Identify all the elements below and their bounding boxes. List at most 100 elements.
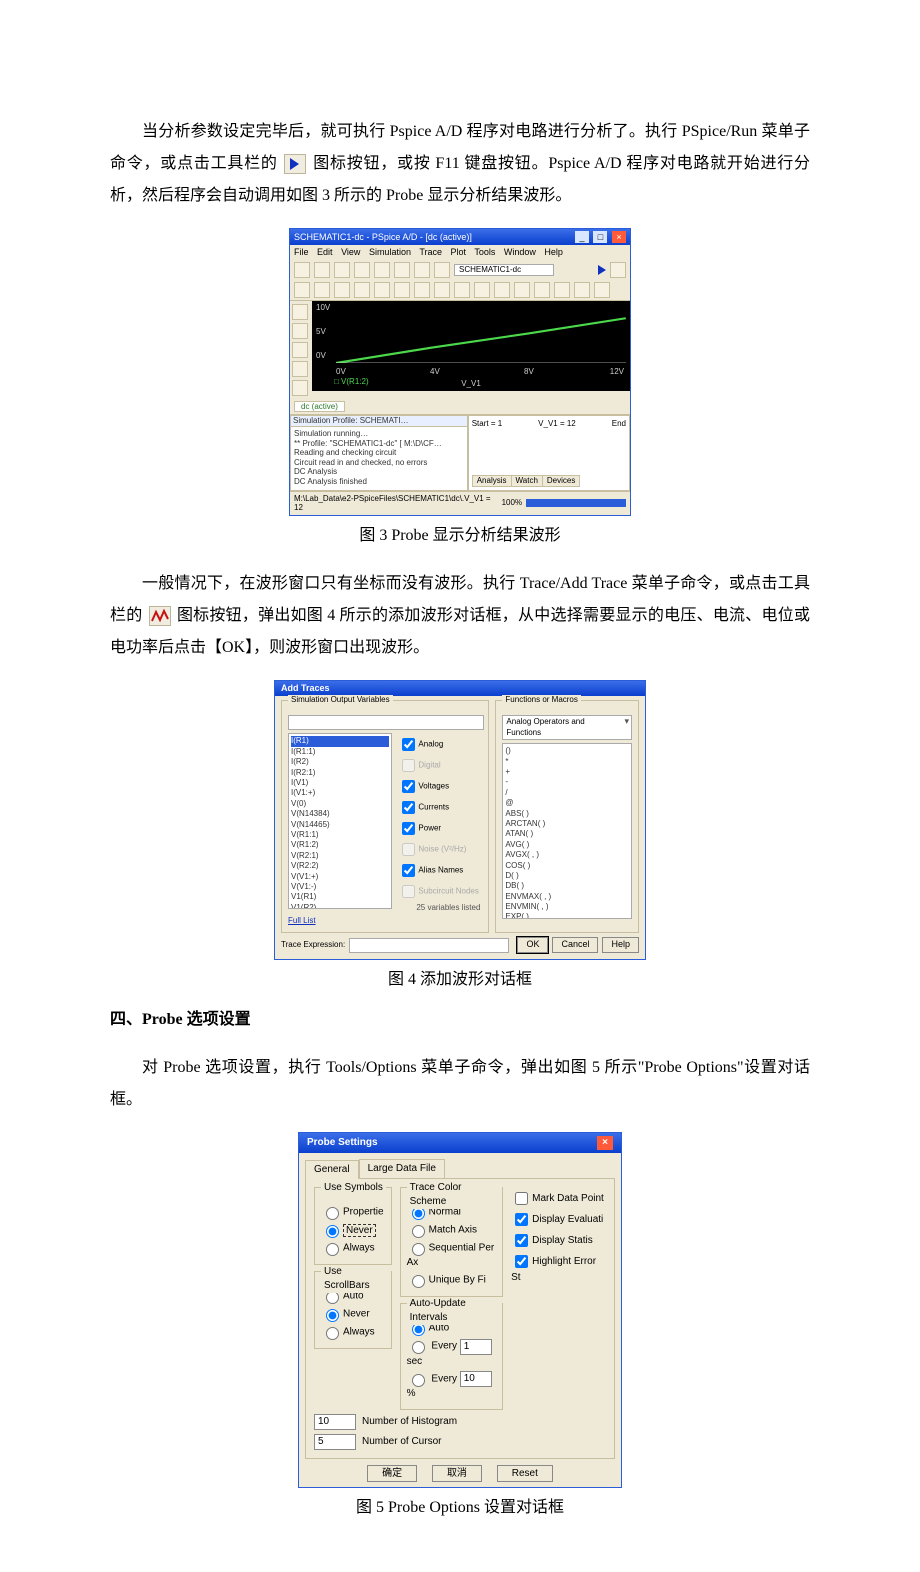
check-subcircuit[interactable]: Subcircuit Nodes: [398, 882, 480, 901]
list-item[interactable]: EXP( ): [505, 912, 629, 919]
list-item[interactable]: (): [505, 746, 629, 756]
list-item[interactable]: DB( ): [505, 881, 629, 891]
tab-large-data[interactable]: Large Data File: [359, 1159, 445, 1178]
toolbar-button[interactable]: [594, 282, 610, 298]
doc-tab-active[interactable]: dc (active): [294, 401, 345, 413]
toolbar-button[interactable]: [394, 282, 410, 298]
toolbar-button[interactable]: [334, 262, 350, 278]
radio-au-sec[interactable]: Every 1 sec: [407, 1338, 497, 1369]
list-item[interactable]: I(V1:+): [291, 788, 389, 798]
toolbar-button[interactable]: [514, 282, 530, 298]
check-voltages[interactable]: Voltages: [398, 777, 480, 796]
menu-simulation[interactable]: Simulation: [369, 247, 411, 257]
fig3-titlebar[interactable]: SCHEMATIC1-dc - PSpice A/D - [dc (active…: [290, 229, 630, 245]
reset-button[interactable]: Reset: [497, 1465, 553, 1482]
cursor-input[interactable]: 5: [314, 1434, 356, 1450]
sec-input[interactable]: 1: [460, 1339, 492, 1355]
toolbar-button[interactable]: [394, 262, 410, 278]
toolbar-button[interactable]: [354, 262, 370, 278]
ok-button[interactable]: 确定: [367, 1465, 417, 1482]
list-item[interactable]: @: [505, 798, 629, 808]
check-noise[interactable]: Noise (V²/Hz): [398, 840, 480, 859]
variables-list[interactable]: I(R1) I(R1:1) I(R2) I(R2:1) I(V1) I(V1:+…: [288, 733, 392, 909]
list-item[interactable]: I(R1): [291, 736, 389, 746]
histogram-input[interactable]: 10: [314, 1414, 356, 1430]
list-item[interactable]: /: [505, 788, 629, 798]
list-item[interactable]: V(0): [291, 799, 389, 809]
list-item[interactable]: ABS( ): [505, 809, 629, 819]
toolbar-button[interactable]: [374, 282, 390, 298]
list-item[interactable]: +: [505, 767, 629, 777]
toolbar-button[interactable]: [414, 262, 430, 278]
fig5-titlebar[interactable]: Probe Settings ×: [299, 1133, 621, 1153]
list-item[interactable]: V(R2:2): [291, 861, 389, 871]
list-item[interactable]: V1(R1): [291, 892, 389, 902]
menu-help[interactable]: Help: [544, 247, 563, 257]
menu-trace[interactable]: Trace: [419, 247, 442, 257]
functions-combo[interactable]: Analog Operators and Functions: [502, 715, 632, 740]
list-item[interactable]: V(R1:2): [291, 840, 389, 850]
tab-general[interactable]: General: [305, 1160, 359, 1179]
side-button[interactable]: [292, 304, 308, 320]
toolbar-button[interactable]: [414, 282, 430, 298]
list-item[interactable]: I(V1): [291, 778, 389, 788]
toolbar-button[interactable]: [534, 282, 550, 298]
check-alias[interactable]: Alias Names: [398, 861, 480, 880]
maximize-button[interactable]: □: [593, 231, 607, 243]
pct-input[interactable]: 10: [460, 1371, 492, 1387]
run-icon[interactable]: [596, 265, 606, 275]
side-button[interactable]: [292, 380, 308, 396]
toolbar-button[interactable]: [610, 262, 626, 278]
check-display-eval[interactable]: Display Evaluati: [511, 1210, 606, 1229]
list-item[interactable]: ENVMAX( , ): [505, 892, 629, 902]
list-item[interactable]: I(R2): [291, 757, 389, 767]
ok-button[interactable]: OK: [517, 937, 548, 953]
radio-au-pct[interactable]: Every 10 %: [407, 1371, 497, 1402]
search-input[interactable]: [288, 715, 484, 730]
toolbar-button[interactable]: [454, 282, 470, 298]
toolbar-button[interactable]: [474, 282, 490, 298]
tab-devices[interactable]: Devices: [542, 475, 580, 487]
toolbar-button[interactable]: [554, 282, 570, 298]
list-item[interactable]: D( ): [505, 871, 629, 881]
toolbar-button[interactable]: [434, 262, 450, 278]
check-currents[interactable]: Currents: [398, 798, 480, 817]
list-item[interactable]: -: [505, 777, 629, 787]
check-power[interactable]: Power: [398, 819, 480, 838]
side-button[interactable]: [292, 323, 308, 339]
menu-view[interactable]: View: [341, 247, 360, 257]
tab-watch[interactable]: Watch: [511, 475, 543, 487]
radio-never[interactable]: Never: [321, 1222, 385, 1238]
radio-always[interactable]: Always: [321, 1240, 385, 1256]
list-item[interactable]: V1(R2): [291, 903, 389, 910]
toolbar-button[interactable]: [374, 262, 390, 278]
list-item[interactable]: AVG( ): [505, 840, 629, 850]
toolbar-button[interactable]: [314, 282, 330, 298]
radio-tc-seq[interactable]: Sequential Per Ax: [407, 1240, 497, 1270]
log-left[interactable]: Simulation Profile: SCHEMATI… Simulation…: [290, 415, 468, 490]
toolbar-button[interactable]: [294, 262, 310, 278]
list-item[interactable]: I(R2:1): [291, 768, 389, 778]
list-item[interactable]: V(V1:+): [291, 872, 389, 882]
toolbar-button[interactable]: [294, 282, 310, 298]
menu-plot[interactable]: Plot: [451, 247, 467, 257]
list-item[interactable]: V(R1:1): [291, 830, 389, 840]
menu-tools[interactable]: Tools: [474, 247, 495, 257]
list-item[interactable]: ATAN( ): [505, 829, 629, 839]
list-item[interactable]: V(V1:-): [291, 882, 389, 892]
menu-window[interactable]: Window: [504, 247, 536, 257]
radio-sb-always[interactable]: Always: [321, 1324, 385, 1340]
close-button[interactable]: ×: [612, 231, 626, 243]
toolbar-button[interactable]: [314, 262, 330, 278]
list-item[interactable]: COS( ): [505, 861, 629, 871]
toolbar-button[interactable]: [354, 282, 370, 298]
functions-list[interactable]: () * + - / @ ABS( ) ARCTAN( ) ATAN( ) AV…: [502, 743, 632, 919]
cancel-button[interactable]: Cancel: [552, 937, 598, 953]
check-display-stats[interactable]: Display Statis: [511, 1231, 606, 1250]
side-button[interactable]: [292, 342, 308, 358]
radio-tc-unique[interactable]: Unique By Fi: [407, 1272, 497, 1288]
toolbar-button[interactable]: [434, 282, 450, 298]
trace-expression-input[interactable]: [349, 938, 509, 953]
radio-properties[interactable]: Propertie: [321, 1204, 385, 1220]
radio-tc-match[interactable]: Match Axis: [407, 1222, 497, 1238]
